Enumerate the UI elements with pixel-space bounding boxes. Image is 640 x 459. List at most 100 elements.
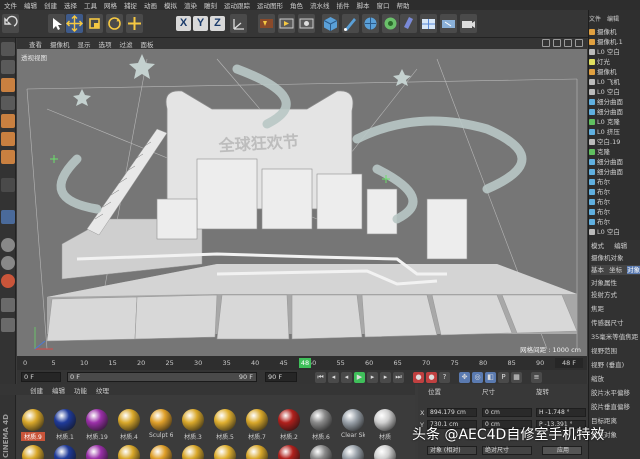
texture-mode-icon[interactable]	[1, 78, 15, 92]
object-subdiv-3[interactable]: 细分曲面	[589, 157, 640, 167]
record-icon[interactable]: ●	[413, 372, 424, 383]
material-swatch[interactable]: 材质.4	[117, 409, 141, 441]
menu-item[interactable]: 文件	[4, 0, 17, 10]
coordinate-icon[interactable]	[230, 14, 247, 33]
object-null-3[interactable]: L0 空白	[589, 227, 640, 237]
object-null[interactable]: L0 空白	[589, 47, 640, 57]
key-scale-icon[interactable]: ◧	[485, 372, 496, 383]
autokey-icon[interactable]: ●	[426, 372, 437, 383]
size-mode-dropdown[interactable]: 绝对尺寸	[482, 446, 532, 455]
menu-item[interactable]: 脚本	[357, 0, 370, 10]
viewport-menu-item[interactable]: 过滤	[120, 39, 133, 49]
attr-tab-edit[interactable]: 编辑	[614, 242, 627, 250]
select-icon[interactable]	[48, 14, 65, 33]
x-position-field[interactable]: 894.179 cm	[427, 408, 477, 417]
menu-item[interactable]: 流水线	[310, 0, 330, 10]
attribute-row[interactable]: 胶片水平偏移	[591, 388, 640, 398]
menu-item[interactable]: 动画	[144, 0, 157, 10]
render-settings-icon[interactable]	[298, 14, 315, 33]
material-swatch[interactable]: 材质.6	[309, 409, 333, 441]
key-rotation-icon[interactable]: ◎	[472, 372, 483, 383]
menu-item[interactable]: 模拟	[164, 0, 177, 10]
attribute-row[interactable]: 缩放	[591, 374, 640, 384]
material-swatch[interactable]	[149, 445, 173, 459]
end-frame-field[interactable]: 90 F	[265, 372, 297, 382]
material-swatch[interactable]	[373, 445, 397, 459]
menu-item[interactable]: 雕刻	[204, 0, 217, 10]
x-size-field[interactable]: 0 cm	[482, 408, 532, 417]
y-axis-icon[interactable]: Y	[193, 16, 208, 31]
material-swatch[interactable]	[341, 445, 365, 459]
make-editable-icon[interactable]	[1, 42, 15, 56]
object-boolean-2[interactable]: 布尔	[589, 187, 640, 197]
menu-item[interactable]: 插件	[337, 0, 350, 10]
menu-item[interactable]: 窗口	[377, 0, 390, 10]
material-swatch[interactable]	[21, 445, 45, 459]
material-menu-item[interactable]: 功能	[74, 385, 87, 395]
menu-item[interactable]: 选择	[64, 0, 77, 10]
object-cloner[interactable]: L0 克隆	[589, 117, 640, 127]
pen-icon[interactable]	[342, 14, 359, 33]
attr-subtab-object[interactable]: 对象	[627, 266, 640, 274]
prev-frame-icon[interactable]: ◂	[341, 372, 352, 383]
apply-button[interactable]: 应用	[542, 446, 582, 455]
goto-end-icon[interactable]: ⏭	[393, 372, 404, 383]
start-frame-field[interactable]: 0 F	[21, 372, 61, 382]
scale-icon[interactable]	[86, 14, 103, 33]
cloner-icon[interactable]	[400, 14, 417, 33]
rotate-icon[interactable]	[106, 14, 123, 33]
move-icon[interactable]	[66, 14, 83, 33]
lock-icon[interactable]	[1, 318, 15, 332]
viewport-menu-item[interactable]: 查看	[29, 39, 42, 49]
maximize-icon[interactable]	[575, 39, 583, 47]
pan-icon[interactable]	[542, 39, 550, 47]
material-swatch[interactable]: 材质.1	[53, 409, 77, 441]
menu-item[interactable]: 创建	[44, 0, 57, 10]
object-null-19[interactable]: 空白.19	[589, 137, 640, 147]
menu-item[interactable]: 帮助	[397, 0, 410, 10]
attr-subtab-basic[interactable]: 基本	[591, 266, 604, 274]
h-rotation-field[interactable]: H -1.748 °	[536, 408, 586, 417]
attribute-row[interactable]: 焦距	[591, 304, 640, 314]
next-key-icon[interactable]: ▸	[380, 372, 391, 383]
material-swatch[interactable]	[85, 445, 109, 459]
next-frame-icon[interactable]: ▸	[367, 372, 378, 383]
prev-key-icon[interactable]: ◂	[328, 372, 339, 383]
object-subdiv-4[interactable]: 细分曲面	[589, 167, 640, 177]
solo-icon[interactable]	[1, 256, 15, 270]
current-frame-field[interactable]: 48 F	[555, 358, 583, 368]
key-pla-icon[interactable]: ▦	[511, 372, 522, 383]
key-position-icon[interactable]: ✥	[459, 372, 470, 383]
material-swatch[interactable]: 材质.7	[245, 409, 269, 441]
material-swatch[interactable]: Clear Sk	[341, 409, 365, 439]
polygons-mode-icon[interactable]	[1, 150, 15, 164]
array-icon[interactable]	[382, 14, 399, 33]
grid-icon[interactable]	[1, 298, 15, 312]
menu-item[interactable]: 渲染	[184, 0, 197, 10]
material-menu-item[interactable]: 编辑	[52, 385, 65, 395]
timeline-menu-icon[interactable]: ≡	[531, 372, 542, 383]
material-swatch[interactable]	[53, 445, 77, 459]
tweak-mode-icon[interactable]	[1, 210, 15, 224]
cube-icon[interactable]	[322, 14, 339, 33]
material-swatch[interactable]: 材质.2	[277, 409, 301, 441]
coord-mode-dropdown[interactable]: 对象 (相对)	[427, 446, 477, 455]
material-swatch[interactable]: 材质	[373, 409, 397, 441]
menu-item[interactable]: 运动跟踪	[224, 0, 250, 10]
camera-icon[interactable]	[460, 14, 477, 33]
key-param-icon[interactable]: P	[498, 372, 509, 383]
menu-item[interactable]: 编辑	[24, 0, 37, 10]
object-plane[interactable]: L0 飞机	[589, 77, 640, 87]
material-swatch[interactable]: 材质.3	[181, 409, 205, 441]
axis-mode-icon[interactable]	[1, 178, 15, 192]
play-icon[interactable]: ▶	[354, 372, 365, 383]
orbit-icon[interactable]	[564, 39, 572, 47]
edges-mode-icon[interactable]	[1, 132, 15, 146]
perspective-viewport[interactable]: 全球狂欢节 透视视图 网格间距: 1000 cm	[17, 49, 587, 356]
attribute-row[interactable]: 35毫米等值焦距	[591, 332, 640, 342]
model-mode-icon[interactable]	[1, 60, 15, 74]
keyframe-selection-icon[interactable]: ?	[439, 372, 450, 383]
object-camera-2[interactable]: 摄像机	[589, 67, 640, 77]
attribute-row[interactable]: 投射方式	[591, 290, 640, 300]
material-swatch[interactable]	[245, 445, 269, 459]
